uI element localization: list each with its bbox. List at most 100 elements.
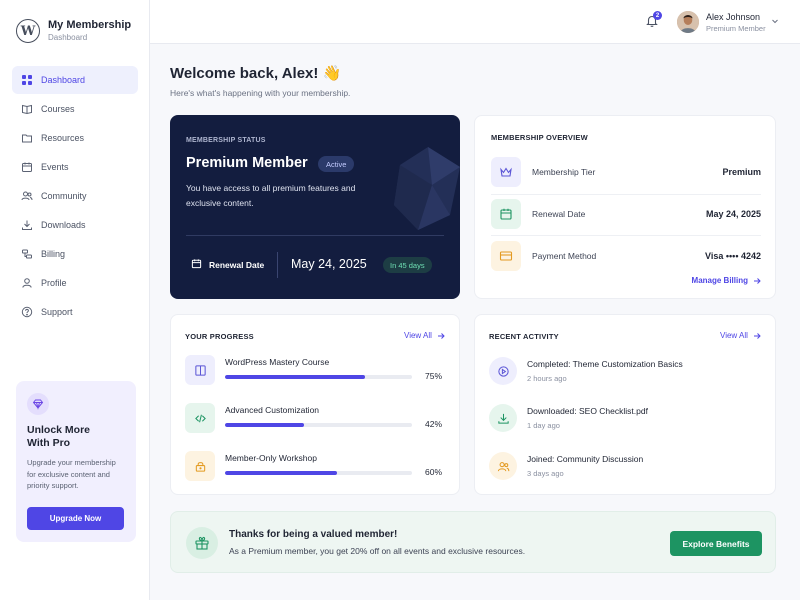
topbar: 2 Alex Johnson Premium Member (150, 0, 800, 44)
sidebar-item-label: Resources (41, 133, 85, 143)
sidebar-item-profile[interactable]: Profile (12, 269, 138, 297)
progress-fill (225, 423, 304, 427)
sidebar-item-support[interactable]: Support (12, 298, 138, 326)
page-title: Welcome back, Alex! 👋 (170, 65, 342, 82)
overview-row: Payment Method Visa •••• 4242 (491, 235, 761, 277)
sidebar-nav: Dashboard Courses Resources Events Commu… (12, 66, 138, 327)
progress-name: Advanced Customization (225, 405, 320, 415)
calendar-icon (191, 259, 202, 269)
sidebar-item-label: Dashboard (41, 75, 86, 85)
sidebar-item-label: Profile (41, 278, 67, 288)
user-name: Alex Johnson (706, 12, 761, 22)
folder-icon (21, 132, 33, 144)
arrow-right-icon (754, 277, 761, 284)
brand-subtitle: Dashboard (48, 33, 88, 42)
progress-bar (225, 471, 412, 475)
sidebar: W My Membership Dashboard Dashboard Cour… (0, 0, 150, 600)
help-icon (21, 306, 33, 318)
arrow-right-icon (753, 332, 761, 339)
progress-item[interactable]: Advanced Customization 42% (185, 403, 445, 437)
activity-item[interactable]: Downloaded: SEO Checklist.pdf 1 day ago (489, 404, 759, 438)
sidebar-item-label: Events (41, 162, 69, 172)
progress-card: YOUR PROGRESS View All WordPress Mastery… (170, 314, 460, 495)
sidebar-item-resources[interactable]: Resources (12, 124, 138, 152)
lock-icon (185, 451, 215, 481)
sidebar-item-events[interactable]: Events (12, 153, 138, 181)
overview-label: Membership Tier (532, 167, 596, 177)
progress-bar (225, 423, 412, 427)
grid-icon (21, 74, 33, 86)
banner-title: Thanks for being a valued member! (229, 529, 398, 540)
code-icon (185, 403, 215, 433)
status-description: You have access to all premium features … (186, 183, 356, 208)
upgrade-now-button[interactable]: Upgrade Now (27, 507, 124, 530)
users-icon (21, 190, 33, 202)
calendar-icon (491, 199, 521, 229)
progress-item[interactable]: Member-Only Workshop 60% (185, 451, 445, 485)
activity-title: Downloaded: SEO Checklist.pdf (527, 406, 648, 416)
brand-title: My Membership (48, 19, 132, 31)
status-title: Premium Member (186, 155, 308, 171)
progress-view-all-link[interactable]: View All (404, 331, 445, 340)
app: W My Membership Dashboard Dashboard Cour… (0, 0, 800, 600)
days-left-badge: In 45 days (383, 257, 432, 273)
progress-percent: 75% (425, 371, 443, 381)
sidebar-item-courses[interactable]: Courses (12, 95, 138, 123)
book-icon (185, 355, 215, 385)
book-icon (21, 103, 33, 115)
sidebar-item-label: Courses (41, 104, 75, 114)
overview-label: Payment Method (532, 251, 597, 261)
divider (186, 235, 444, 236)
activity-title: RECENT ACTIVITY (489, 332, 559, 341)
activity-time: 2 hours ago (527, 374, 567, 383)
activity-title: Completed: Theme Customization Basics (527, 359, 683, 369)
sidebar-item-label: Support (41, 307, 73, 317)
manage-billing-label: Manage Billing (691, 276, 748, 285)
diamond-icon (27, 393, 49, 415)
progress-fill (225, 375, 366, 379)
overview-value: Visa •••• 4242 (705, 251, 761, 261)
promo-text: Upgrade your membership for exclusive co… (27, 458, 116, 490)
membership-status-card: MEMBERSHIP STATUS Premium Member Active … (170, 115, 460, 299)
progress-item[interactable]: WordPress Mastery Course 75% (185, 355, 445, 389)
benefits-banner: Thanks for being a valued member! As a P… (170, 511, 776, 573)
arrow-right-icon (437, 332, 445, 339)
activity-item[interactable]: Completed: Theme Customization Basics 2 … (489, 357, 759, 391)
crown-icon (491, 157, 521, 187)
recent-activity-card: RECENT ACTIVITY View All Completed: Them… (474, 314, 776, 495)
view-all-label: View All (404, 331, 432, 340)
explore-benefits-button[interactable]: Explore Benefits (670, 531, 762, 556)
activity-title: Joined: Community Discussion (527, 454, 644, 464)
users-icon (489, 452, 517, 480)
progress-bar (225, 375, 412, 379)
sidebar-item-label: Billing (41, 249, 66, 259)
banner-text: As a Premium member, you get 20% off on … (229, 546, 526, 556)
user-icon (21, 277, 33, 289)
play-icon (489, 357, 517, 385)
divider (277, 252, 278, 278)
manage-billing-link[interactable]: Manage Billing (692, 276, 761, 285)
activity-view-all-link[interactable]: View All (720, 331, 761, 340)
overview-row: Renewal Date May 24, 2025 (491, 193, 761, 235)
sidebar-item-dashboard[interactable]: Dashboard (12, 66, 138, 94)
chevron-down-icon[interactable] (771, 17, 779, 25)
sidebar-item-downloads[interactable]: Downloads (12, 211, 138, 239)
overview-title: MEMBERSHIP OVERVIEW (491, 133, 588, 142)
status-label: MEMBERSHIP STATUS (186, 137, 266, 144)
sidebar-item-label: Community (41, 191, 87, 201)
sidebar-item-billing[interactable]: Billing (12, 240, 138, 268)
progress-name: WordPress Mastery Course (225, 357, 330, 367)
brand[interactable]: W My Membership Dashboard (16, 18, 131, 44)
progress-percent: 42% (425, 419, 443, 429)
overview-value: May 24, 2025 (705, 209, 761, 219)
billing-icon (21, 248, 33, 260)
user-role: Premium Member (706, 24, 766, 33)
avatar[interactable] (677, 11, 699, 33)
sidebar-item-community[interactable]: Community (12, 182, 138, 210)
activity-item[interactable]: Joined: Community Discussion 3 days ago (489, 452, 759, 486)
sidebar-item-label: Downloads (41, 220, 86, 230)
calendar-icon (21, 161, 33, 173)
download-icon (489, 404, 517, 432)
status-badge: Active (318, 156, 355, 172)
overview-row: Membership Tier Premium (491, 151, 761, 193)
